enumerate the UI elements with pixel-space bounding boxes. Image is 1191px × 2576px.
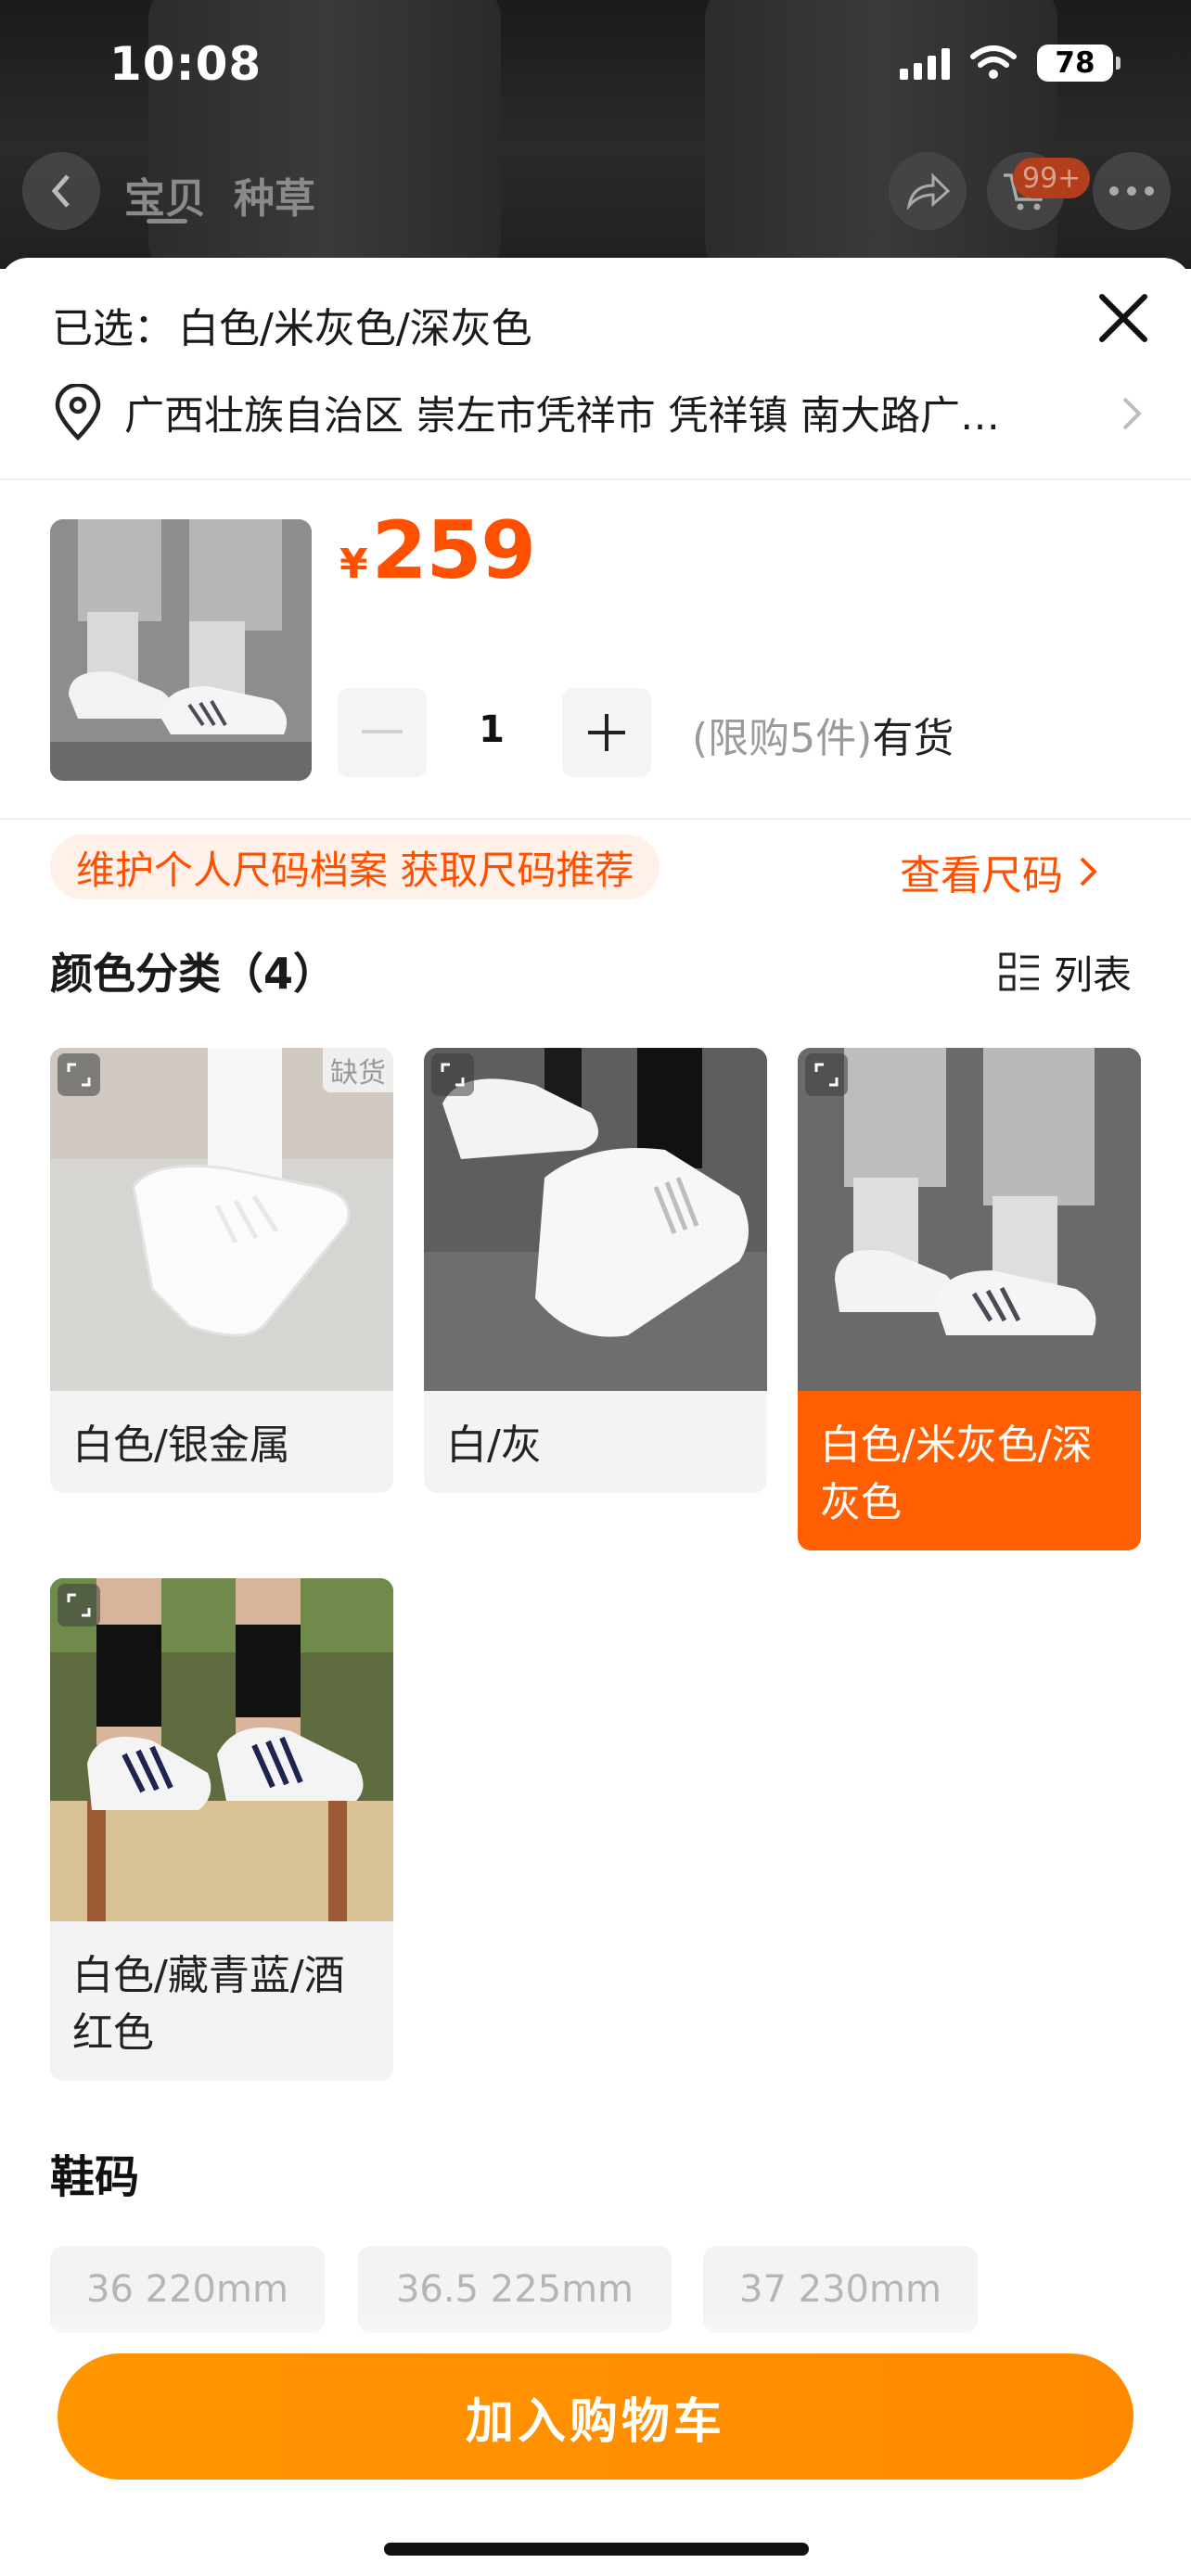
color-option-label: 白色/藏青蓝/酒红色 — [72, 1952, 345, 2057]
color-option-card[interactable]: 白/灰 — [424, 1048, 767, 1493]
view-size-label: 查看尺码 — [900, 852, 1063, 899]
tab-item: 宝贝 — [124, 175, 206, 223]
color-option-card[interactable]: 缺货 白色/银金属 — [50, 1048, 393, 1493]
battery-icon: 78 — [1037, 45, 1121, 82]
back-icon — [22, 152, 100, 230]
color-option-card-selected[interactable]: 白色/米灰色/深灰色 — [798, 1048, 1141, 1550]
color-option-label: 白/灰 — [446, 1422, 542, 1469]
chevron-right-icon — [1122, 397, 1142, 430]
tab-seed: 种草 — [234, 175, 315, 223]
stock-info: (限购5件) 有货 — [692, 705, 954, 764]
divider — [0, 818, 1191, 820]
expand-icon[interactable] — [431, 1053, 474, 1096]
price: ¥ 259 — [339, 504, 537, 597]
expand-icon[interactable] — [58, 1053, 100, 1096]
out-of-stock-tag: 缺货 — [323, 1048, 393, 1092]
color-option-image — [424, 1048, 767, 1391]
selected-value: 白色/米灰色/深灰色 — [178, 305, 532, 352]
background-page: 10:08 78 宝贝 种草 99+ — [0, 0, 1191, 269]
product-thumbnail[interactable] — [50, 519, 312, 781]
list-icon — [999, 952, 1039, 990]
cellular-signal-icon — [900, 46, 950, 80]
color-section-title: 颜色分类（4） — [50, 949, 337, 999]
purchase-limit: (限购5件) — [692, 715, 873, 762]
color-option-image — [50, 1578, 393, 1921]
quantity-plus-button[interactable] — [562, 688, 651, 777]
wifi-icon — [970, 45, 1017, 79]
divider — [0, 478, 1191, 480]
sku-selector-sheet: 已选： 白色/米灰色/深灰色 广西壮族自治区 崇左市凭祥市 凭祥镇 南大路广… — [0, 258, 1191, 2576]
tab-underline — [147, 219, 187, 223]
minus-icon — [362, 730, 403, 733]
color-option-label: 白色/银金属 — [72, 1422, 290, 1469]
add-to-cart-button[interactable]: 加入购物车 — [58, 2353, 1133, 2480]
address-row[interactable]: 广西壮族自治区 崇左市凭祥市 凭祥镇 南大路广… — [52, 384, 1146, 441]
color-option-label: 白色/米灰色/深灰色 — [820, 1422, 1093, 1526]
battery-level: 78 — [1055, 46, 1095, 80]
expand-icon[interactable] — [805, 1053, 848, 1096]
selected-prefix: 已选： — [52, 305, 174, 352]
list-view-toggle[interactable]: 列表 — [998, 944, 1132, 1001]
stock-status: 有货 — [872, 715, 954, 762]
background-nav: 宝贝 种草 99+ — [0, 148, 1191, 232]
address-text: 广西壮族自治区 崇左市凭祥市 凭祥镇 南大路广… — [124, 393, 1001, 440]
home-indicator — [384, 2543, 809, 2556]
list-view-label: 列表 — [1054, 952, 1133, 998]
color-option-image: 缺货 — [50, 1048, 393, 1391]
cart-badge: 99+ — [1013, 158, 1091, 198]
plus-icon — [588, 714, 625, 751]
status-icons: 78 — [900, 45, 1121, 82]
more-icon — [1093, 152, 1171, 230]
location-pin-icon — [55, 384, 101, 441]
color-option-card[interactable]: 白色/藏青蓝/酒红色 — [50, 1578, 393, 2081]
chevron-right-icon — [1080, 857, 1097, 886]
selected-summary: 已选： 白色/米灰色/深灰色 — [52, 295, 532, 354]
status-time: 10:08 — [109, 37, 263, 91]
price-symbol: ¥ — [339, 541, 368, 588]
size-profile-tip[interactable]: 维护个人尺码档案 获取尺码推荐 — [50, 835, 660, 899]
view-size-link[interactable]: 查看尺码 — [900, 842, 1098, 901]
shoe-size-title: 鞋码 — [50, 2151, 140, 2203]
expand-icon[interactable] — [58, 1584, 100, 1626]
share-icon — [889, 152, 967, 230]
close-icon[interactable] — [1091, 286, 1156, 351]
quantity-value[interactable]: 1 — [464, 708, 519, 751]
quantity-minus-button[interactable] — [338, 688, 427, 777]
color-option-image — [798, 1048, 1141, 1391]
price-value: 259 — [371, 504, 537, 597]
